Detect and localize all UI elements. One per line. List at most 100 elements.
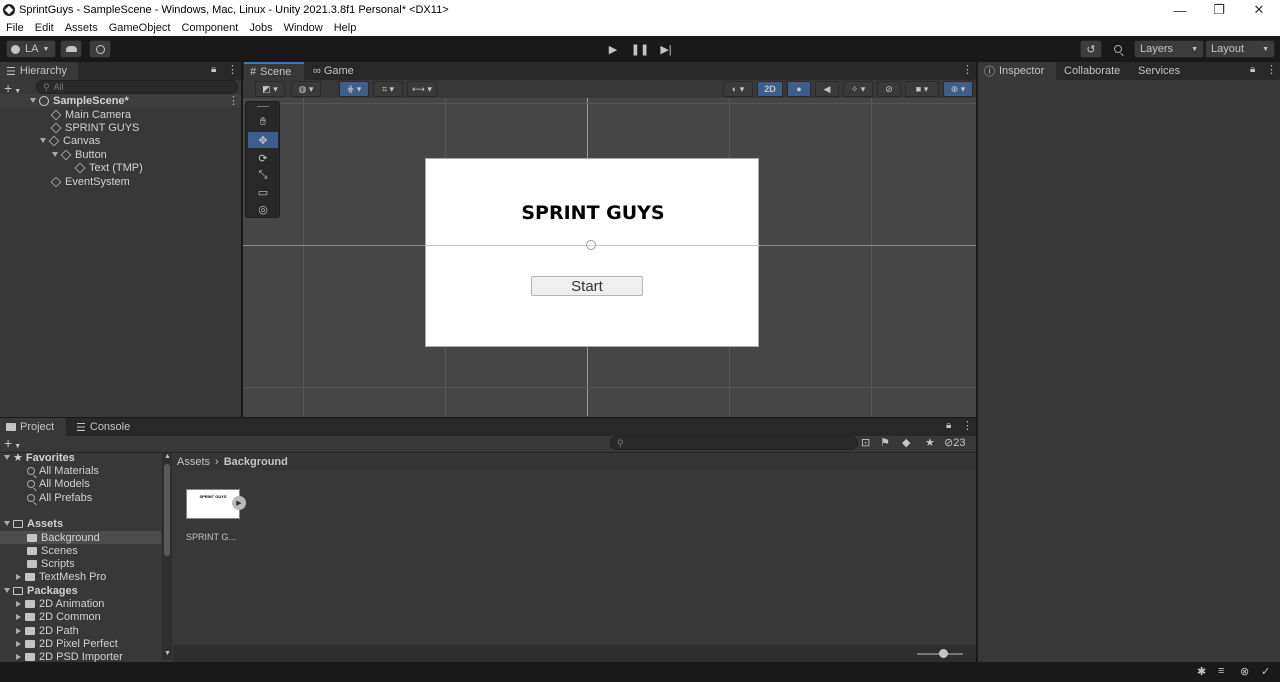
hierarchy-item-eventsystem[interactable]: EventSystem: [50, 175, 130, 188]
package-2d-animation[interactable]: 2D Animation: [16, 597, 104, 610]
hidden-packages-toggle[interactable]: ⊘23: [944, 436, 965, 449]
favorite-all-materials[interactable]: All Materials: [27, 464, 99, 477]
kebab-menu-icon[interactable]: ⋮: [962, 419, 973, 432]
layers-stack-icon[interactable]: ≡: [1218, 665, 1224, 677]
hierarchy-item-button[interactable]: Button: [52, 148, 107, 161]
play-button[interactable]: ▶: [601, 41, 625, 57]
folder-scenes[interactable]: Scenes: [27, 544, 78, 557]
tab-scene[interactable]: # Scene: [244, 62, 304, 80]
menu-assets[interactable]: Assets: [59, 22, 103, 34]
cloud-button[interactable]: [60, 40, 82, 58]
menu-file[interactable]: File: [0, 22, 29, 34]
scroll-down-icon[interactable]: ▼: [164, 650, 171, 657]
kebab-menu-icon[interactable]: ⋮: [1266, 63, 1277, 76]
assets-header[interactable]: Assets: [4, 517, 63, 530]
align-button[interactable]: ⟷ ▾: [407, 81, 437, 97]
favorite-all-models[interactable]: All Models: [27, 477, 90, 490]
search-by-type-icon[interactable]: ⊡: [861, 436, 870, 449]
package-2d-pixel-perfect[interactable]: 2D Pixel Perfect: [16, 637, 118, 650]
menu-help[interactable]: Help: [328, 22, 362, 34]
rotate-tool[interactable]: ⟳: [248, 150, 278, 166]
tree-scrollbar[interactable]: ▲ ▼: [162, 453, 172, 660]
check-circle-icon[interactable]: ✓: [1261, 665, 1270, 678]
effects-button[interactable]: ✧ ▾: [843, 81, 873, 97]
hand-tool[interactable]: ✋︎: [248, 114, 278, 130]
ui-canvas-preview[interactable]: SPRINT GUYS Start: [425, 158, 760, 347]
scroll-up-icon[interactable]: ▲: [164, 453, 171, 460]
move-tool[interactable]: ✥: [248, 132, 278, 148]
pause-button[interactable]: ❚❚: [628, 41, 652, 57]
lock-icon[interactable]: 🔒︎: [1250, 64, 1255, 75]
tab-hierarchy[interactable]: ☰ Hierarchy: [0, 62, 78, 80]
tab-console[interactable]: ☰ Console: [70, 418, 136, 436]
overlay-grip[interactable]: [257, 106, 269, 107]
rect-tool[interactable]: ▭: [248, 184, 278, 200]
create-asset-button[interactable]: + ▼: [4, 435, 21, 451]
tab-project[interactable]: Project: [0, 418, 66, 436]
transform-tool[interactable]: ◎: [248, 201, 278, 217]
favorite-star-icon[interactable]: ★: [925, 436, 935, 449]
folder-textmesh-pro[interactable]: TextMesh Pro: [16, 570, 106, 583]
canvas-title-text[interactable]: SPRINT GUYS: [426, 202, 760, 224]
tag-icon[interactable]: ◆: [902, 436, 910, 449]
search-button[interactable]: [1108, 40, 1132, 58]
menu-jobs[interactable]: Jobs: [243, 22, 277, 34]
layers-dropdown[interactable]: Layers ▼: [1134, 40, 1204, 58]
breadcrumb-background[interactable]: Background: [224, 456, 288, 468]
account-dropdown[interactable]: LA ▼: [6, 40, 56, 58]
menu-window[interactable]: Window: [278, 22, 328, 34]
hierarchy-item-main-camera[interactable]: Main Camera: [50, 108, 131, 121]
project-search-input[interactable]: ⚲: [610, 436, 858, 450]
shading-mode-button[interactable]: ◐ ▾: [723, 81, 753, 97]
scale-tool[interactable]: ⤡: [248, 167, 278, 183]
kebab-menu-icon[interactable]: ⋮: [227, 63, 238, 76]
folder-scripts[interactable]: Scripts: [27, 557, 75, 570]
scene-root-row[interactable]: SampleScene*: [30, 94, 129, 107]
bug-icon[interactable]: ✱: [1197, 665, 1206, 678]
scene-kebab-icon[interactable]: ⋮: [228, 94, 239, 107]
lock-icon[interactable]: 🔒︎: [211, 64, 216, 75]
asset-play-icon[interactable]: ▶: [232, 496, 246, 510]
step-button[interactable]: ▶|: [654, 41, 678, 57]
start-button-preview[interactable]: Start: [531, 276, 643, 296]
global-toggle-button[interactable]: ◍ ▾: [291, 81, 321, 97]
tab-collaborate[interactable]: Collaborate: [1058, 62, 1126, 80]
draw-mode-button[interactable]: ◩ ▾: [255, 81, 285, 97]
folder-background[interactable]: Background: [27, 531, 100, 544]
hidden-objects-button[interactable]: ⊘: [877, 81, 901, 97]
search-by-label-icon[interactable]: ⚑: [880, 436, 890, 449]
toggle-2d-button[interactable]: 2D: [757, 81, 783, 97]
packages-header[interactable]: Packages: [4, 584, 78, 597]
menu-component[interactable]: Component: [175, 22, 243, 34]
tab-inspector[interactable]: ⓘ Inspector: [978, 62, 1056, 80]
tree-scrollbar-thumb[interactable]: [164, 464, 170, 556]
undo-history-button[interactable]: ↺: [1080, 40, 1102, 58]
favorites-header[interactable]: ★ Favorites: [4, 451, 75, 464]
debug-mode-icon[interactable]: ⊗: [1240, 665, 1249, 678]
minimize-button[interactable]: —: [1160, 0, 1200, 20]
asset-label[interactable]: SPRINT G...: [186, 532, 246, 542]
camera-settings-button[interactable]: ■ ▾: [905, 81, 939, 97]
layout-dropdown[interactable]: Layout ▼: [1205, 40, 1275, 58]
hierarchy-item-sprint-guys[interactable]: SPRINT GUYS: [50, 121, 139, 134]
increment-snap-button[interactable]: ⌗ ▾: [373, 81, 403, 97]
close-button[interactable]: ✕: [1239, 0, 1279, 20]
maximize-button[interactable]: ❐: [1199, 0, 1239, 20]
menu-gameobject[interactable]: GameObject: [103, 22, 176, 34]
tab-services[interactable]: Services: [1132, 62, 1186, 80]
collab-button[interactable]: [89, 40, 111, 58]
favorite-all-prefabs[interactable]: All Prefabs: [27, 491, 92, 504]
gizmos-button[interactable]: ⊕ ▾: [943, 81, 973, 97]
hierarchy-item-canvas[interactable]: Canvas: [40, 134, 100, 147]
tab-game[interactable]: ∞ Game: [307, 62, 367, 80]
zoom-slider-handle[interactable]: [939, 649, 948, 658]
lock-icon[interactable]: 🔒︎: [946, 420, 951, 431]
package-2d-common[interactable]: 2D Common: [16, 610, 101, 623]
lighting-toggle-button[interactable]: ●: [787, 81, 811, 97]
grid-snap-button[interactable]: ⋕ ▾: [339, 81, 369, 97]
hierarchy-item-text-tmp[interactable]: Text (TMP): [74, 161, 143, 174]
breadcrumb-assets[interactable]: Assets: [177, 456, 210, 468]
hierarchy-search-input[interactable]: ⚲ All: [36, 80, 238, 94]
package-2d-path[interactable]: 2D Path: [16, 624, 79, 637]
audio-toggle-button[interactable]: ◀: [815, 81, 839, 97]
